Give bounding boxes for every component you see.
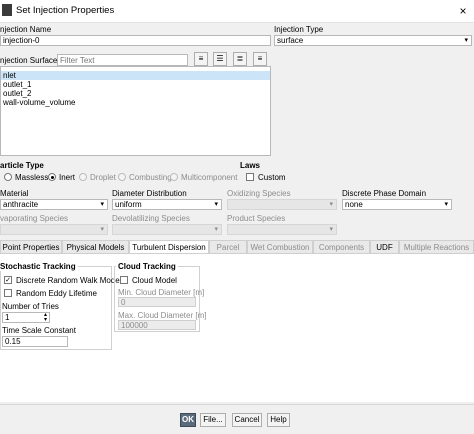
injection-type-select[interactable]: surface ▾ <box>274 35 472 46</box>
cloud-model-checkbox[interactable] <box>120 276 128 284</box>
chevron-down-icon: ▾ <box>444 201 448 208</box>
injection-name-input[interactable]: injection-0 <box>0 35 271 46</box>
footer-divider <box>0 404 474 405</box>
custom-checkbox[interactable] <box>246 173 254 181</box>
radio-multicomponent[interactable] <box>170 173 178 181</box>
tab-wet-combustion[interactable]: Wet Combustion <box>247 240 313 254</box>
cancel-button[interactable]: Cancel <box>232 413 262 427</box>
massless-label: Massless <box>15 173 49 182</box>
inert-label: Inert <box>59 173 76 182</box>
filter-check-icon[interactable]: ≣ <box>233 52 247 66</box>
surfaces-list[interactable]: nlet outlet_1 outlet_2 wall-volume_volum… <box>0 66 271 156</box>
product-species-select[interactable]: ▾ <box>227 224 337 235</box>
ok-button[interactable]: OK <box>180 413 196 427</box>
combusting-label: Combusting <box>129 173 172 182</box>
devolatilizing-species-select[interactable]: ▾ <box>112 224 222 235</box>
injection-type-value: surface <box>277 36 304 45</box>
tab-turbulent-dispersion[interactable]: Turbulent Dispersion <box>129 240 209 254</box>
tab-components[interactable]: Components <box>313 240 370 254</box>
stochastic-title: Stochastic Tracking <box>0 262 78 271</box>
injection-surfaces-label: njection Surfaces <box>0 56 62 65</box>
chevron-down-icon: ▾ <box>100 226 104 233</box>
evaporating-species-select[interactable]: ▾ <box>0 224 108 235</box>
radio-massless[interactable] <box>4 173 12 181</box>
stepper-arrows-icon[interactable]: ▴ ▾ <box>44 313 47 322</box>
chevron-down-icon: ▾ <box>329 226 333 233</box>
oxidizing-species-label: Oxidizing Species <box>227 189 291 198</box>
app-icon <box>2 4 12 16</box>
discrete-phase-domain-value: none <box>345 200 363 209</box>
max-cloud-diameter-input[interactable]: 100000 <box>118 320 196 330</box>
tab-udf[interactable]: UDF <box>370 240 399 254</box>
discrete-random-walk-label: Discrete Random Walk Model <box>16 276 122 285</box>
chevron-down-icon: ▾ <box>464 37 468 44</box>
time-scale-input[interactable]: 0.15 <box>2 336 68 347</box>
select-all-icon[interactable]: ≡ <box>194 52 208 66</box>
discrete-phase-domain-select[interactable]: none ▾ <box>342 199 452 210</box>
surface-filter-input[interactable] <box>57 54 188 66</box>
product-species-label: Product Species <box>227 214 286 223</box>
tab-multiple-reactions[interactable]: Multiple Reactions <box>399 240 474 254</box>
evaporating-species-label: vaporating Species <box>0 214 69 223</box>
chevron-down-icon: ▾ <box>100 201 104 208</box>
chevron-down-icon: ▾ <box>214 226 218 233</box>
window-title: Set Injection Properties <box>16 5 115 16</box>
tries-label: Number of Tries <box>2 302 59 311</box>
close-icon[interactable]: × <box>452 0 474 22</box>
max-cloud-diameter-label: Max. Cloud Diameter [m] <box>118 311 207 320</box>
material-value: anthracite <box>3 200 39 209</box>
injection-name-label: njection Name <box>0 25 52 34</box>
random-eddy-label: Random Eddy Lifetime <box>16 289 97 298</box>
multicomponent-label: Multicomponent <box>181 173 238 182</box>
injection-type-label: Injection Type <box>274 25 324 34</box>
droplet-label: Droplet <box>90 173 116 182</box>
tab-physical-models[interactable]: Physical Models <box>62 240 129 254</box>
devolatilizing-species-label: Devolatilizing Species <box>112 214 190 223</box>
help-button[interactable]: Help <box>267 413 290 427</box>
deselect-icon[interactable]: ≡ <box>253 52 267 66</box>
radio-inert[interactable] <box>48 173 56 181</box>
oxidizing-species-select[interactable]: ▾ <box>227 199 337 210</box>
min-cloud-diameter-label: Min. Cloud Diameter [m] <box>118 288 205 297</box>
discrete-phase-domain-label: Discrete Phase Domain <box>342 189 427 198</box>
material-select[interactable]: anthracite ▾ <box>0 199 108 210</box>
custom-label: Custom <box>258 173 286 182</box>
diameter-distribution-value: uniform <box>115 200 142 209</box>
cloud-title: Cloud Tracking <box>116 262 178 271</box>
diameter-distribution-select[interactable]: uniform ▾ <box>112 199 222 210</box>
discrete-random-walk-checkbox[interactable]: ✓ <box>4 276 12 284</box>
tab-parcel[interactable]: Parcel <box>209 240 247 254</box>
laws-label: Laws <box>240 161 261 170</box>
file-button[interactable]: File... <box>200 413 226 427</box>
tab-point-properties[interactable]: Point Properties <box>0 240 62 254</box>
time-scale-label: Time Scale Constant <box>2 326 76 335</box>
list-item[interactable]: wall-volume_volume <box>1 98 270 107</box>
radio-combusting[interactable] <box>118 173 126 181</box>
list-icon[interactable]: ☰ <box>213 52 227 66</box>
list-item[interactable]: nlet <box>1 71 270 80</box>
random-eddy-checkbox[interactable] <box>4 289 12 297</box>
diameter-distribution-label: Diameter Distribution <box>112 189 187 198</box>
list-item[interactable]: outlet_1 <box>1 80 270 89</box>
radio-droplet[interactable] <box>79 173 87 181</box>
chevron-down-icon: ▾ <box>329 201 333 208</box>
chevron-down-icon: ▾ <box>214 201 218 208</box>
cloud-model-label: Cloud Model <box>132 276 177 285</box>
tries-stepper[interactable]: 1 ▴ ▾ <box>2 312 50 323</box>
min-cloud-diameter-input[interactable]: 0 <box>118 297 196 307</box>
list-item[interactable]: outlet_2 <box>1 89 270 98</box>
particle-type-label: article Type <box>0 161 44 170</box>
tries-value: 1 <box>5 313 10 322</box>
material-label: Material <box>0 189 29 198</box>
